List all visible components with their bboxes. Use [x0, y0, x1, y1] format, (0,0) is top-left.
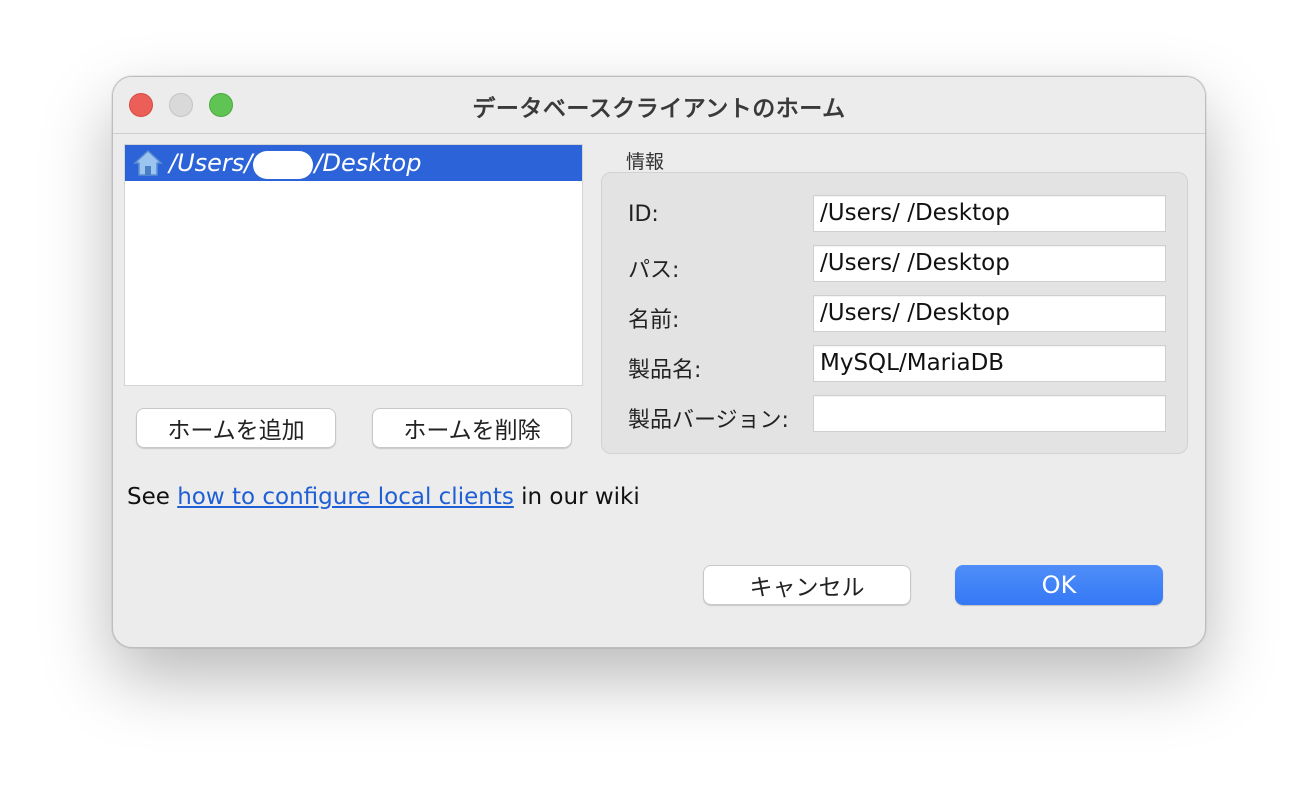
cancel-button[interactable]: キャンセル	[703, 565, 911, 605]
redaction-mark	[253, 151, 313, 179]
remove-home-button[interactable]: ホームを削除	[372, 408, 572, 448]
home-list[interactable]: /Users/ /Desktop	[124, 144, 583, 386]
info-group-box: ID: /Users/ /Desktop パス: /Users/ /Deskto…	[601, 172, 1188, 454]
dialog-window: データベースクライアントのホーム /Users/ /Desktop ホームを追加…	[112, 76, 1206, 648]
add-home-button[interactable]: ホームを追加	[136, 408, 336, 448]
path-field[interactable]: /Users/ /Desktop	[813, 245, 1166, 282]
product-version-field[interactable]	[813, 395, 1166, 432]
id-label: ID:	[628, 202, 659, 227]
name-field[interactable]: /Users/ /Desktop	[813, 295, 1166, 332]
product-name-label: 製品名:	[628, 358, 702, 383]
info-section-label: 情報	[626, 151, 665, 173]
home-icon	[133, 149, 163, 177]
id-field[interactable]: /Users/ /Desktop	[813, 195, 1166, 232]
home-list-item[interactable]: /Users/ /Desktop	[125, 145, 582, 181]
title-bar: データベースクライアントのホーム	[113, 77, 1205, 134]
wiki-note-suffix: in our wiki	[513, 484, 640, 510]
path-label: パス:	[628, 258, 680, 283]
wiki-note: See how to configure local clients in ou…	[127, 484, 640, 510]
name-label: 名前:	[628, 308, 680, 333]
configure-local-clients-link[interactable]: how to configure local clients	[177, 484, 514, 510]
product-name-field[interactable]: MySQL/MariaDB	[813, 345, 1166, 382]
home-path-prefix: /Users/	[169, 149, 253, 177]
wiki-note-prefix: See	[127, 484, 178, 510]
product-version-label: 製品バージョン:	[628, 408, 789, 433]
home-path-suffix: /Desktop	[314, 149, 422, 177]
window-title: データベースクライアントのホーム	[472, 96, 846, 122]
ok-button[interactable]: OK	[955, 565, 1163, 605]
